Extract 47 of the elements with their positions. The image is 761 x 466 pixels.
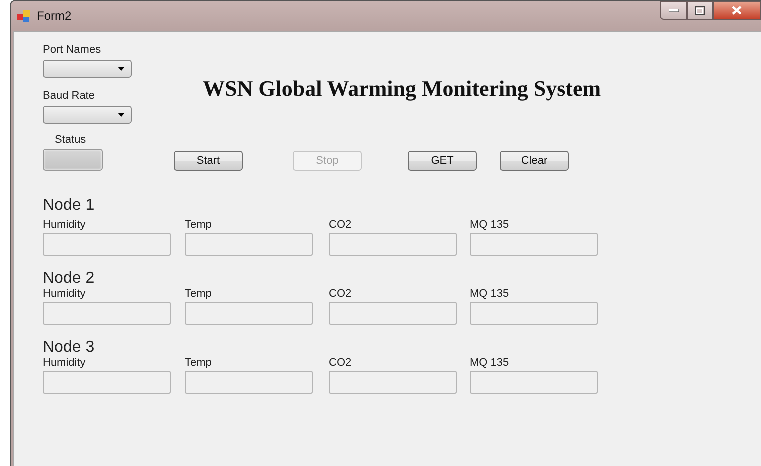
field-label: CO2 xyxy=(329,288,353,300)
input-field[interactable] xyxy=(470,302,598,325)
input-field[interactable] xyxy=(470,371,598,394)
input-field[interactable] xyxy=(329,233,457,256)
dropdown-caret-icon xyxy=(118,67,125,71)
window-title: Form2 xyxy=(37,9,72,23)
input-field[interactable] xyxy=(185,302,313,325)
field-label: Humidity xyxy=(43,219,87,231)
input-field[interactable] xyxy=(329,302,457,325)
field-label: Port Names xyxy=(43,44,102,56)
app-icon xyxy=(17,9,31,23)
input-field[interactable] xyxy=(185,371,313,394)
field-label: MQ 135 xyxy=(470,357,510,369)
field-label: Temp xyxy=(185,219,213,231)
node-title: Node 3 xyxy=(43,339,96,357)
close-icon xyxy=(732,6,742,15)
input-field[interactable] xyxy=(43,302,171,325)
input-field[interactable] xyxy=(43,233,171,256)
field-label: Humidity xyxy=(43,357,87,369)
input-field[interactable] xyxy=(43,371,171,394)
baud-rate-dropdown[interactable] xyxy=(43,106,132,124)
field-label: Humidity xyxy=(43,288,87,300)
node-title: Node 1 xyxy=(43,197,96,215)
field-label: MQ 135 xyxy=(470,219,510,231)
action-button[interactable]: GET xyxy=(408,151,477,171)
close-button[interactable] xyxy=(713,1,761,20)
action-button[interactable]: Clear xyxy=(500,151,569,171)
field-label: Status xyxy=(55,134,88,146)
input-field[interactable] xyxy=(470,233,598,256)
page-heading: WSN Global Warming Monitering System xyxy=(203,76,602,103)
status-indicator xyxy=(43,149,103,171)
dropdown-caret-icon xyxy=(118,113,125,117)
input-field[interactable] xyxy=(185,233,313,256)
field-label: CO2 xyxy=(329,219,353,231)
minimize-button[interactable] xyxy=(660,1,687,20)
input-field[interactable] xyxy=(329,371,457,394)
action-button[interactable]: Start xyxy=(174,151,243,171)
maximize-icon xyxy=(695,6,705,15)
field-label: Temp xyxy=(185,357,213,369)
field-label: MQ 135 xyxy=(470,288,510,300)
field-label: Baud Rate xyxy=(43,90,96,102)
minimize-icon xyxy=(668,8,678,12)
maximize-button[interactable] xyxy=(687,1,713,20)
field-label: Temp xyxy=(185,288,213,300)
node-title: Node 2 xyxy=(43,270,96,288)
port-names-dropdown[interactable] xyxy=(43,60,132,78)
field-label: CO2 xyxy=(329,357,353,369)
